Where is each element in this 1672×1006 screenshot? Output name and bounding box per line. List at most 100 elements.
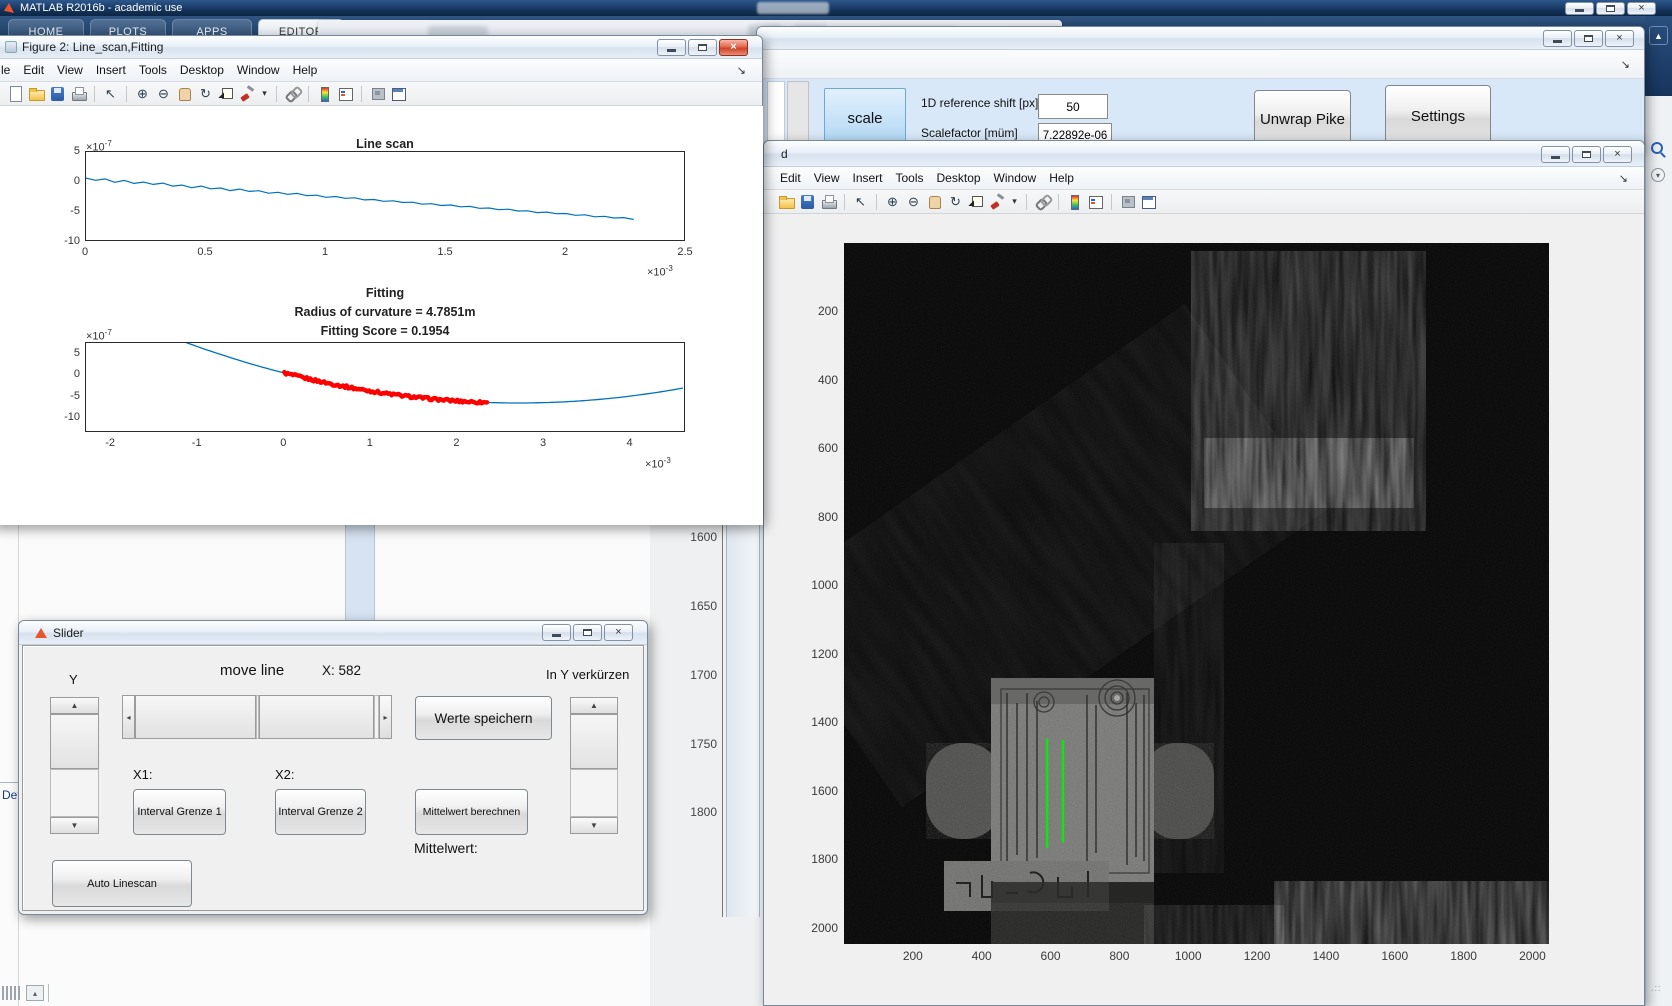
collapse-panel-button[interactable]: ▲	[1649, 26, 1668, 45]
auto-linescan-button[interactable]: Auto Linescan	[52, 860, 192, 907]
ref-shift-input[interactable]	[1038, 94, 1108, 119]
menu-tools[interactable]: Tools	[896, 171, 924, 185]
menu-help[interactable]: Help	[293, 63, 318, 77]
fig2-maximize-button[interactable]	[688, 39, 717, 56]
imgfig-restore-button[interactable]	[1572, 146, 1601, 163]
pan-icon[interactable]	[926, 193, 943, 210]
rotate-icon[interactable]: ↻	[947, 193, 964, 210]
menu-insert[interactable]: Insert	[96, 63, 126, 77]
microscope-image[interactable]	[844, 243, 1549, 944]
scale-button[interactable]: scale	[824, 88, 906, 148]
menu-edit[interactable]: Edit	[780, 171, 801, 185]
rotate-icon[interactable]: ↻	[197, 85, 214, 102]
move-line-slider[interactable]: ◂ ▸	[122, 695, 392, 739]
slider-close-button[interactable]: ×	[604, 624, 633, 641]
menu-window[interactable]: Window	[237, 63, 280, 77]
tick-label: 0	[74, 175, 80, 187]
interval-grenze-1-button[interactable]: Interval Grenze 1	[133, 789, 226, 835]
menu-file-clipped[interactable]: le	[1, 63, 10, 77]
colorbar-icon[interactable]	[1066, 193, 1083, 210]
imgfig-minimize-button[interactable]	[1541, 146, 1570, 163]
close-button[interactable]: ×	[1627, 2, 1656, 15]
fig2-minimize-button[interactable]	[657, 39, 686, 56]
slider-thumb-a[interactable]	[135, 695, 256, 739]
shorten-y-slider[interactable]: ▲ ▼	[570, 697, 618, 834]
print-icon[interactable]	[70, 85, 87, 102]
save-icon[interactable]	[49, 85, 66, 102]
dock-window-icon[interactable]	[1140, 193, 1157, 210]
slider-left-arrow[interactable]: ◂	[122, 695, 135, 739]
colorbar-icon[interactable]	[316, 85, 333, 102]
pointer-icon[interactable]: ↖	[102, 85, 119, 102]
dock-figure-icon[interactable]	[369, 85, 386, 102]
zoom-in-icon[interactable]: ⊕	[134, 85, 151, 102]
data-cursor-icon[interactable]	[968, 193, 985, 210]
slider-restore-button[interactable]	[573, 624, 602, 641]
image-yaxis: 200400600800100012001400160018002000	[794, 243, 844, 944]
interval-grenze-2-button[interactable]: Interval Grenze 2	[275, 789, 366, 835]
slider-window-title: Slider	[53, 626, 84, 640]
dock-figure-icon[interactable]	[1119, 193, 1136, 210]
save-values-button[interactable]: Werte speichern	[415, 696, 552, 740]
hscroll-grip[interactable]: ▴	[0, 984, 60, 1002]
menu-tools[interactable]: Tools	[139, 63, 167, 77]
slider-minimize-button[interactable]	[542, 624, 571, 641]
open-icon[interactable]	[28, 85, 45, 102]
circle-chevron-icon[interactable]: ▾	[1651, 168, 1665, 182]
gui-minimize-button[interactable]	[1543, 30, 1572, 47]
hidden-scrollbar[interactable]	[345, 522, 375, 630]
pointer-icon[interactable]: ↖	[852, 193, 869, 210]
y-slider-up[interactable]: ▲	[50, 697, 99, 714]
settings-button[interactable]: Settings	[1385, 85, 1491, 148]
fig2-dock-icon[interactable]: ↘	[737, 64, 746, 77]
shorten-slider-up[interactable]: ▲	[570, 697, 618, 714]
open-icon[interactable]	[778, 193, 795, 210]
brush-icon[interactable]	[239, 85, 256, 102]
new-figure-icon[interactable]	[7, 85, 24, 102]
dock-window-icon[interactable]	[390, 85, 407, 102]
data-cursor-icon[interactable]	[218, 85, 235, 102]
minimize-button[interactable]	[1565, 2, 1594, 15]
zoom-in-icon[interactable]: ⊕	[884, 193, 901, 210]
legend-icon[interactable]	[1087, 193, 1104, 210]
imgfig-close-button[interactable]: ×	[1603, 146, 1632, 163]
y-slider-thumb[interactable]	[50, 714, 99, 769]
hidden-vscrollbar[interactable]	[726, 522, 760, 917]
brush-dropdown-icon[interactable]: ▾	[1010, 193, 1019, 210]
shorten-slider-thumb[interactable]	[570, 714, 618, 769]
scroll-up-button[interactable]: ▴	[26, 985, 44, 1001]
menu-edit[interactable]: Edit	[23, 63, 44, 77]
brush-icon[interactable]	[989, 193, 1006, 210]
legend-icon[interactable]	[337, 85, 354, 102]
slider-thumb-b[interactable]	[259, 695, 374, 739]
gui-restore-button[interactable]	[1574, 30, 1603, 47]
hidden-tick-1750: 1750	[690, 737, 717, 751]
save-icon[interactable]	[799, 193, 816, 210]
brush-dropdown-icon[interactable]: ▾	[260, 85, 269, 102]
pan-icon[interactable]	[176, 85, 193, 102]
slider-right-arrow[interactable]: ▸	[379, 695, 392, 739]
link-plot-icon[interactable]	[1034, 193, 1051, 210]
print-icon[interactable]	[820, 193, 837, 210]
menu-view[interactable]: View	[814, 171, 840, 185]
y-slider[interactable]: ▲ ▼	[50, 697, 99, 834]
mittelwert-berechnen-button[interactable]: Mittelwert berechnen	[415, 789, 528, 835]
maximize-button[interactable]	[1596, 2, 1625, 15]
menu-insert[interactable]: Insert	[852, 171, 882, 185]
gui-dock-icon[interactable]: ↘	[1621, 58, 1630, 71]
menu-desktop[interactable]: Desktop	[937, 171, 981, 185]
y-slider-down[interactable]: ▼	[50, 817, 99, 834]
zoom-out-icon[interactable]: ⊖	[905, 193, 922, 210]
tick-label: 2000	[811, 921, 838, 935]
menu-help[interactable]: Help	[1049, 171, 1074, 185]
imgfig-dock-icon[interactable]: ↘	[1619, 172, 1628, 185]
gui-close-button[interactable]: ×	[1605, 30, 1634, 47]
menu-desktop[interactable]: Desktop	[180, 63, 224, 77]
zoom-out-icon[interactable]: ⊖	[155, 85, 172, 102]
fig2-close-button[interactable]: ×	[719, 39, 748, 56]
menu-window[interactable]: Window	[994, 171, 1037, 185]
titlebar-blur-blob	[757, 2, 829, 14]
link-plot-icon[interactable]	[284, 85, 301, 102]
menu-view[interactable]: View	[57, 63, 83, 77]
shorten-slider-down[interactable]: ▼	[570, 817, 618, 834]
